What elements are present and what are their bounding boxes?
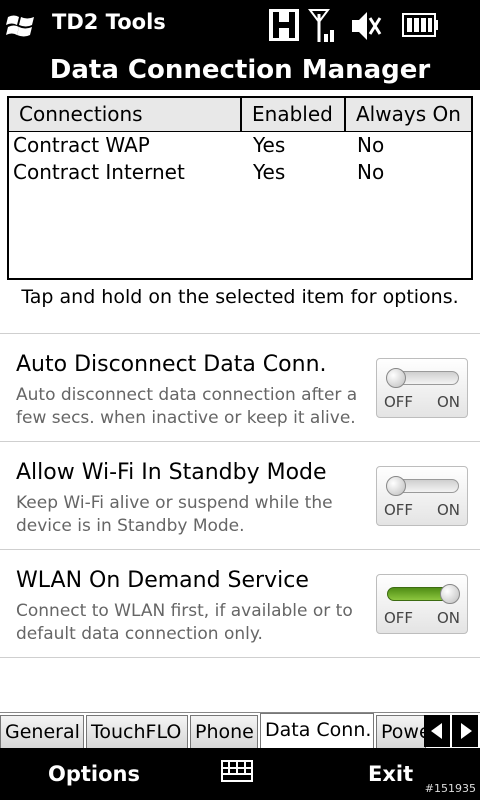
tab-scroll-left-button[interactable] — [424, 715, 450, 747]
column-header-always-on[interactable]: Always On — [345, 98, 471, 132]
divider — [0, 657, 480, 658]
toggle-knob — [386, 368, 406, 388]
table-row[interactable]: Contract WAP Yes No — [9, 132, 471, 159]
app-title[interactable]: TD2 Tools — [52, 10, 166, 34]
toggle-off-label: OFF — [384, 609, 414, 627]
toggle-off-label: OFF — [384, 501, 414, 519]
setting-auto-disconnect: Auto Disconnect Data Conn. Auto disconne… — [0, 333, 480, 441]
arrow-right-icon — [461, 723, 472, 739]
arrow-left-icon — [431, 723, 442, 739]
connection-name: Contract WAP — [13, 133, 150, 157]
keyboard-icon[interactable] — [221, 760, 253, 782]
toggle-track — [386, 476, 459, 496]
toggle-track — [387, 584, 460, 604]
toggle-track — [386, 368, 459, 388]
toggle-knob — [440, 584, 460, 604]
toggle-on-label: ON — [436, 393, 460, 411]
table-row[interactable]: Contract Internet Yes No — [9, 159, 471, 186]
connections-header: Connections Enabled Always On — [9, 98, 471, 132]
h-network-icon[interactable] — [268, 8, 300, 42]
tab-general[interactable]: General — [0, 715, 84, 748]
toggle-on-label: ON — [436, 501, 460, 519]
column-header-connections[interactable]: Connections — [9, 98, 241, 132]
tab-scroll-right-button[interactable] — [452, 715, 478, 747]
tab-power[interactable]: Power — [376, 715, 426, 748]
speaker-muted-icon[interactable] — [350, 8, 382, 44]
options-softkey[interactable]: Options — [48, 762, 140, 786]
tab-data-conn[interactable]: Data Conn. — [260, 713, 374, 748]
setting-description: Keep Wi-Fi alive or suspend while the de… — [16, 493, 333, 536]
battery-icon[interactable] — [402, 12, 438, 38]
tab-phone[interactable]: Phone — [190, 715, 258, 748]
page-title: Data Connection Manager — [0, 52, 480, 90]
setting-title: WLAN On Demand Service — [16, 568, 309, 593]
connection-enabled: Yes — [253, 133, 286, 157]
setting-description: Auto disconnect data connection after a … — [16, 385, 358, 428]
setting-wlan-on-demand: WLAN On Demand Service Connect to WLAN f… — [0, 549, 480, 657]
toggle-on-label: ON — [436, 609, 460, 627]
setting-title: Auto Disconnect Data Conn. — [16, 352, 327, 377]
tab-touchflo[interactable]: TouchFLO — [86, 715, 188, 748]
auto-disconnect-toggle[interactable]: OFF ON — [376, 358, 468, 418]
signal-strength-icon[interactable] — [308, 8, 338, 44]
column-header-enabled[interactable]: Enabled — [241, 98, 345, 132]
toggle-off-label: OFF — [384, 393, 414, 411]
exit-softkey[interactable]: Exit — [368, 762, 413, 786]
connection-enabled: Yes — [253, 160, 286, 184]
hint-text: Tap and hold on the selected item for op… — [21, 286, 459, 308]
setting-title: Allow Wi-Fi In Standby Mode — [16, 460, 327, 485]
connection-always-on: No — [357, 160, 385, 184]
connections-list[interactable]: Connections Enabled Always On Contract W… — [7, 96, 473, 280]
windows-logo-icon[interactable] — [6, 12, 36, 40]
softkey-bar: Options Exit #151935 — [0, 748, 480, 800]
toggle-knob — [386, 476, 406, 496]
tab-strip: General TouchFLO Phone Data Conn. Power — [0, 712, 480, 748]
connection-name: Contract Internet — [13, 160, 185, 184]
status-bar: TD2 Tools — [0, 0, 480, 52]
setting-wifi-standby: Allow Wi-Fi In Standby Mode Keep Wi-Fi a… — [0, 441, 480, 549]
wlan-on-demand-toggle[interactable]: OFF ON — [376, 574, 468, 634]
wifi-standby-toggle[interactable]: OFF ON — [376, 466, 468, 526]
setting-description: Connect to WLAN first, if available or t… — [16, 601, 353, 644]
connection-always-on: No — [357, 133, 385, 157]
watermark-text: #151935 — [424, 782, 476, 795]
